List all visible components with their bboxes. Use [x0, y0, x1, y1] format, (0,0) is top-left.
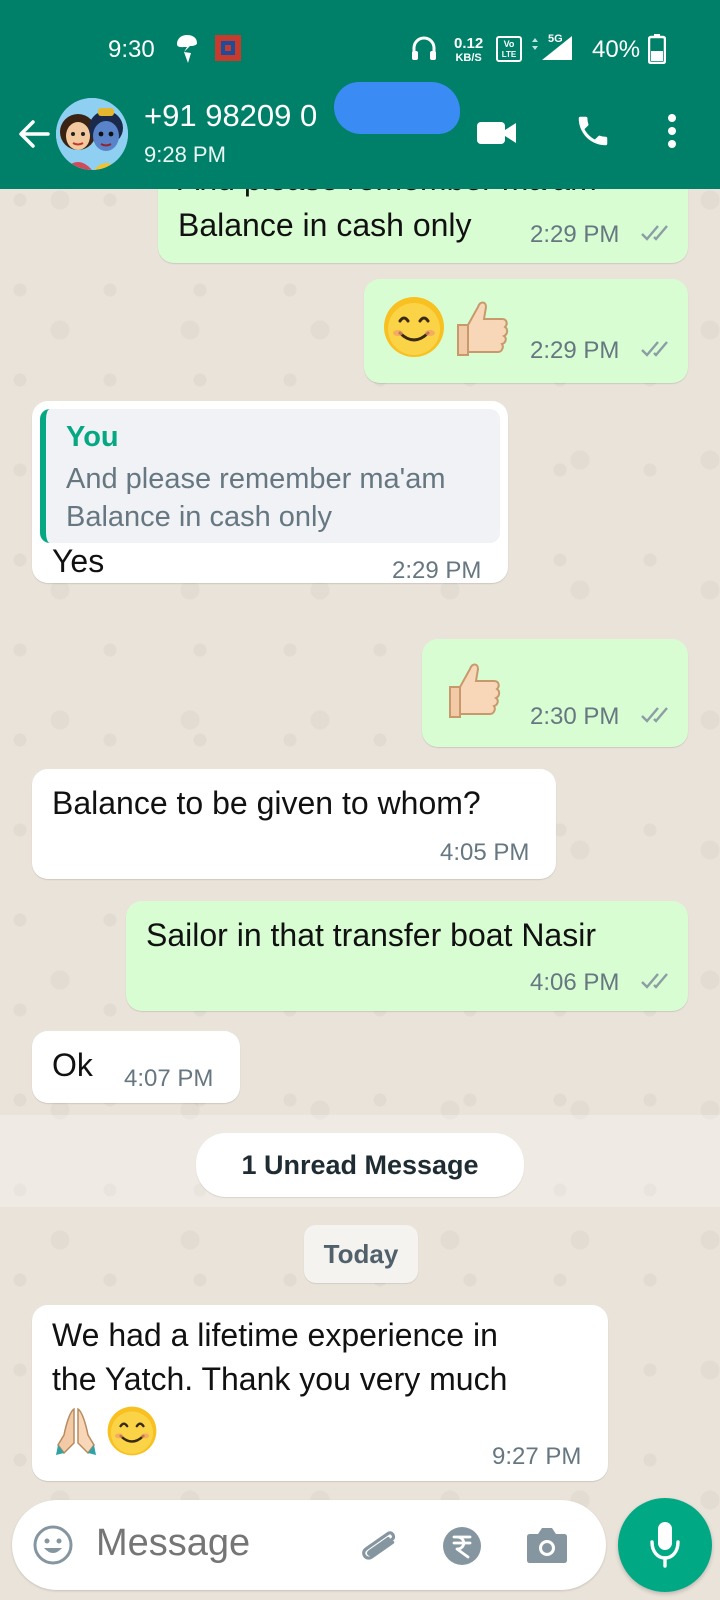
more-vert-icon[interactable] [666, 112, 678, 155]
battery-percent: 40% [592, 36, 641, 63]
message-text: And please remember ma'am [178, 189, 597, 201]
quote-text: Balance in cash only [66, 501, 332, 533]
date-chip: Today [304, 1225, 418, 1283]
rupee-icon[interactable] [442, 1526, 482, 1571]
read-ticks-icon [640, 705, 674, 725]
contact-name[interactable]: +91 98209 0 [144, 98, 317, 134]
avatar[interactable] [56, 98, 128, 170]
quote-text: And please remember ma'am [66, 463, 446, 495]
unread-label: 1 Unread Message [241, 1150, 479, 1180]
message-text: Yes [52, 543, 105, 579]
message-time: 4:07 PM [124, 1065, 214, 1092]
status-time: 9:30 [108, 36, 155, 63]
chat-header: +91 98209 0 9:28 PM [0, 82, 720, 189]
message-time: 2:30 PM [530, 703, 620, 730]
phone-icon[interactable] [574, 112, 612, 155]
message-composer[interactable] [12, 1500, 606, 1590]
message-text: Balance to be given to whom? [52, 785, 481, 821]
redaction-scribble [334, 82, 460, 134]
incoming-message[interactable]: Ok 4:07 PM [32, 1031, 240, 1103]
outgoing-message[interactable]: And please remember ma'am Balance in cas… [158, 189, 688, 263]
headphones-icon [410, 34, 438, 69]
svg-text:5G: 5G [548, 33, 563, 45]
read-ticks-icon [640, 971, 674, 991]
quote-author: You [66, 421, 119, 453]
message-time: 2:29 PM [392, 557, 482, 584]
outgoing-message[interactable]: 2:30 PM [422, 639, 688, 747]
read-ticks-icon [640, 223, 674, 243]
app-notification-icon [214, 34, 242, 69]
volte-icon: Vo LTE [496, 36, 522, 69]
read-ticks-icon [640, 339, 674, 359]
net-speed: 0.12 KB/S [454, 35, 484, 65]
signal-5g-icon: 5G [528, 32, 574, 69]
smile-emoji-icon [382, 295, 446, 364]
battery-icon [647, 34, 667, 71]
message-text: Sailor in that transfer boat Nasir [146, 917, 596, 953]
outgoing-message[interactable]: Sailor in that transfer boat Nasir 4:06 … [126, 901, 688, 1011]
emoji-icon[interactable] [32, 1524, 74, 1571]
message-text: Balance in cash only [178, 207, 472, 243]
smile-emoji-icon [106, 1405, 158, 1462]
svg-text:Vo: Vo [504, 39, 515, 49]
incoming-message[interactable]: Balance to be given to whom? 4:05 PM [32, 769, 556, 879]
folded-hands-emoji-icon [54, 1405, 98, 1460]
top-bar: 9:30 0.12 KB/S Vo LTE 5G 40% +91 98209 0… [0, 0, 720, 189]
last-seen: 9:28 PM [144, 142, 226, 167]
message-input[interactable] [96, 1522, 346, 1565]
thumbs-up-emoji-icon [452, 297, 510, 364]
message-time: 4:05 PM [440, 839, 530, 866]
message-list[interactable]: And please remember ma'am Balance in cas… [0, 189, 720, 1489]
unread-divider: 1 Unread Message [196, 1133, 524, 1197]
video-call-icon[interactable] [476, 118, 518, 153]
thumbs-up-emoji-icon [444, 659, 502, 726]
attach-icon[interactable] [356, 1520, 402, 1575]
camera-icon[interactable] [526, 1526, 568, 1569]
mic-button[interactable] [618, 1498, 712, 1592]
swiggy-icon [176, 34, 198, 71]
mic-icon [648, 1520, 682, 1575]
outgoing-message[interactable]: 2:29 PM [364, 279, 688, 383]
message-time: 2:29 PM [530, 221, 620, 248]
arrow-left-icon[interactable] [14, 114, 54, 154]
message-text: Ok [52, 1047, 93, 1083]
message-text: We had a lifetime experience in [52, 1317, 498, 1353]
svg-text:LTE: LTE [502, 50, 517, 59]
quoted-message[interactable]: You And please remember ma'am Balance in… [40, 409, 500, 543]
incoming-message[interactable]: You And please remember ma'am Balance in… [32, 401, 508, 584]
message-time: 2:29 PM [530, 337, 620, 364]
message-time: 9:27 PM [492, 1443, 582, 1470]
message-time: 4:06 PM [530, 969, 620, 996]
incoming-message[interactable]: We had a lifetime experience in the Yatc… [32, 1305, 608, 1481]
message-text: the Yatch. Thank you very much [52, 1361, 508, 1397]
date-label: Today [323, 1239, 399, 1269]
